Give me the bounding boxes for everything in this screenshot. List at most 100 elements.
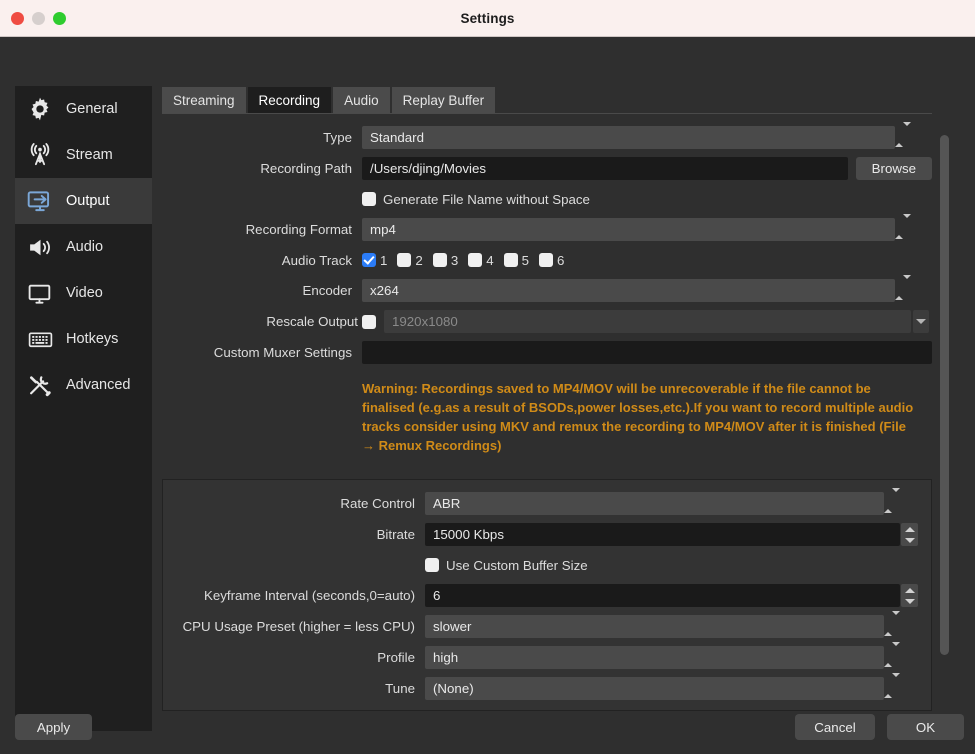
- sidebar-item-audio[interactable]: Audio: [15, 224, 152, 270]
- tab-replay-buffer[interactable]: Replay Buffer: [391, 87, 496, 113]
- audio-track-5-label: 5: [521, 252, 530, 268]
- monitor-icon: [25, 278, 55, 308]
- chevron-up-icon: [884, 492, 892, 514]
- type-label: Type: [323, 130, 352, 145]
- recording-format-chevrons[interactable]: [895, 214, 911, 241]
- apply-button[interactable]: Apply: [15, 714, 92, 740]
- tab-recording[interactable]: Recording: [247, 87, 332, 113]
- profile-label: Profile: [377, 650, 415, 666]
- row-custom-muxer: Custom Muxer Settings: [162, 341, 932, 364]
- audio-track-group: 1 2 3 4 5 6: [362, 253, 569, 268]
- audio-track-1-checkbox[interactable]: [362, 253, 376, 267]
- chevron-down-icon: [916, 319, 926, 324]
- keyframe-interval-input[interactable]: 6: [425, 584, 900, 608]
- cpu-usage-preset-label: CPU Usage Preset (higher = less CPU): [182, 619, 415, 635]
- cpu-usage-preset-chevrons[interactable]: [884, 611, 900, 638]
- encoder-chevrons[interactable]: [895, 275, 911, 302]
- ok-button[interactable]: OK: [887, 714, 964, 740]
- recording-path-label: Recording Path: [260, 161, 352, 176]
- scrollbar-thumb[interactable]: [940, 135, 949, 655]
- generate-no-space-checkbox[interactable]: [362, 192, 376, 206]
- keyframe-increment-button[interactable]: [901, 584, 918, 596]
- encoder-settings-group: Rate Control ABR Bitrate 15000 Kbps Use …: [162, 479, 932, 712]
- rescale-output-label: Rescale Output: [266, 314, 358, 329]
- profile-chevrons[interactable]: [884, 642, 900, 669]
- chevron-up-icon: [884, 615, 892, 637]
- monitor-arrow-icon: [25, 186, 55, 216]
- sidebar-item-video[interactable]: Video: [15, 270, 152, 316]
- profile-select[interactable]: high: [425, 646, 884, 670]
- bitrate-increment-button[interactable]: [901, 523, 918, 535]
- use-custom-buffer-checkbox[interactable]: [425, 558, 439, 573]
- row-rescale-output: Rescale Output 1920x1080: [162, 310, 932, 333]
- tools-icon: [25, 370, 55, 400]
- type-select-chevrons[interactable]: [895, 122, 911, 149]
- cpu-usage-preset-select[interactable]: slower: [425, 615, 884, 639]
- tune-label: Tune: [385, 681, 415, 697]
- recording-form: Type Standard Recording Path /Users/djin…: [162, 114, 932, 712]
- sidebar-item-general[interactable]: General: [15, 86, 152, 132]
- recording-path-input[interactable]: /Users/djing/Movies: [362, 157, 848, 180]
- rate-control-select[interactable]: ABR: [425, 492, 884, 516]
- bitrate-decrement-button[interactable]: [901, 534, 918, 547]
- bitrate-stepper[interactable]: [901, 523, 918, 547]
- bitrate-input[interactable]: 15000 Kbps: [425, 523, 900, 547]
- sidebar-item-advanced[interactable]: Advanced: [15, 362, 152, 408]
- row-use-custom-buffer: Use Custom Buffer Size: [163, 554, 921, 576]
- sidebar-item-hotkeys[interactable]: Hotkeys: [15, 316, 152, 362]
- row-recording-path: Recording Path /Users/djing/Movies Brows…: [162, 157, 932, 180]
- sidebar-item-label: Advanced: [66, 377, 131, 393]
- row-bitrate: Bitrate 15000 Kbps: [163, 523, 921, 547]
- cancel-button[interactable]: Cancel: [795, 714, 875, 740]
- rate-control-chevrons[interactable]: [884, 488, 900, 515]
- rescale-output-chevron: [913, 310, 929, 333]
- sidebar-item-label: Hotkeys: [66, 331, 119, 347]
- recording-format-select[interactable]: mp4: [362, 218, 895, 241]
- chevron-up-icon: [904, 587, 915, 593]
- encoder-label: Encoder: [302, 283, 352, 298]
- audio-track-2-checkbox[interactable]: [397, 253, 412, 267]
- custom-muxer-input[interactable]: [362, 341, 932, 364]
- audio-track-2-label: 2: [415, 252, 423, 268]
- rescale-output-select: 1920x1080: [384, 310, 911, 333]
- audio-track-4-checkbox[interactable]: [468, 253, 483, 267]
- audio-track-5: 5: [503, 252, 530, 268]
- audio-track-3: 3: [432, 253, 458, 268]
- row-generate-no-space: Generate File Name without Space: [162, 188, 932, 210]
- keyboard-icon: [25, 324, 55, 354]
- chevron-down-icon: [903, 275, 911, 296]
- row-type: Type Standard: [162, 122, 932, 149]
- chevron-down-icon: [892, 642, 900, 664]
- sidebar-item-label: General: [66, 101, 118, 117]
- sidebar-item-stream[interactable]: Stream: [15, 132, 152, 178]
- keyframe-decrement-button[interactable]: [901, 595, 918, 608]
- chevron-up-icon: [895, 279, 903, 300]
- audio-track-6-checkbox[interactable]: [539, 253, 554, 267]
- chevron-up-icon: [884, 646, 892, 668]
- broadcast-tower-icon: [25, 140, 55, 170]
- keyframe-interval-stepper[interactable]: [901, 584, 918, 608]
- audio-track-3-checkbox[interactable]: [432, 253, 447, 267]
- rescale-output-checkbox[interactable]: [362, 314, 376, 329]
- chevron-down-icon: [892, 488, 900, 510]
- content-scrollbar[interactable]: [940, 135, 949, 754]
- tab-audio[interactable]: Audio: [333, 87, 390, 113]
- sidebar-item-output[interactable]: Output: [15, 178, 152, 224]
- chevron-down-icon: [904, 599, 915, 605]
- audio-track-6: 6: [539, 253, 564, 268]
- browse-button[interactable]: Browse: [855, 157, 932, 180]
- gear-icon: [25, 94, 55, 124]
- type-select[interactable]: Standard: [362, 126, 895, 149]
- window-body: General Stream Output Audio Video Hotkey…: [0, 37, 975, 754]
- sidebar-item-label: Video: [66, 285, 103, 301]
- tune-select[interactable]: (None): [425, 677, 884, 701]
- tune-chevrons[interactable]: [884, 673, 900, 700]
- audio-track-2: 2: [397, 252, 423, 268]
- audio-track-5-checkbox[interactable]: [503, 253, 518, 267]
- tab-streaming[interactable]: Streaming: [162, 87, 246, 113]
- encoder-select[interactable]: x264: [362, 279, 895, 302]
- audio-track-4-label: 4: [486, 252, 494, 268]
- row-profile: Profile high: [163, 642, 921, 670]
- window-title: Settings: [460, 10, 515, 26]
- row-encoder: Encoder x264: [162, 275, 932, 302]
